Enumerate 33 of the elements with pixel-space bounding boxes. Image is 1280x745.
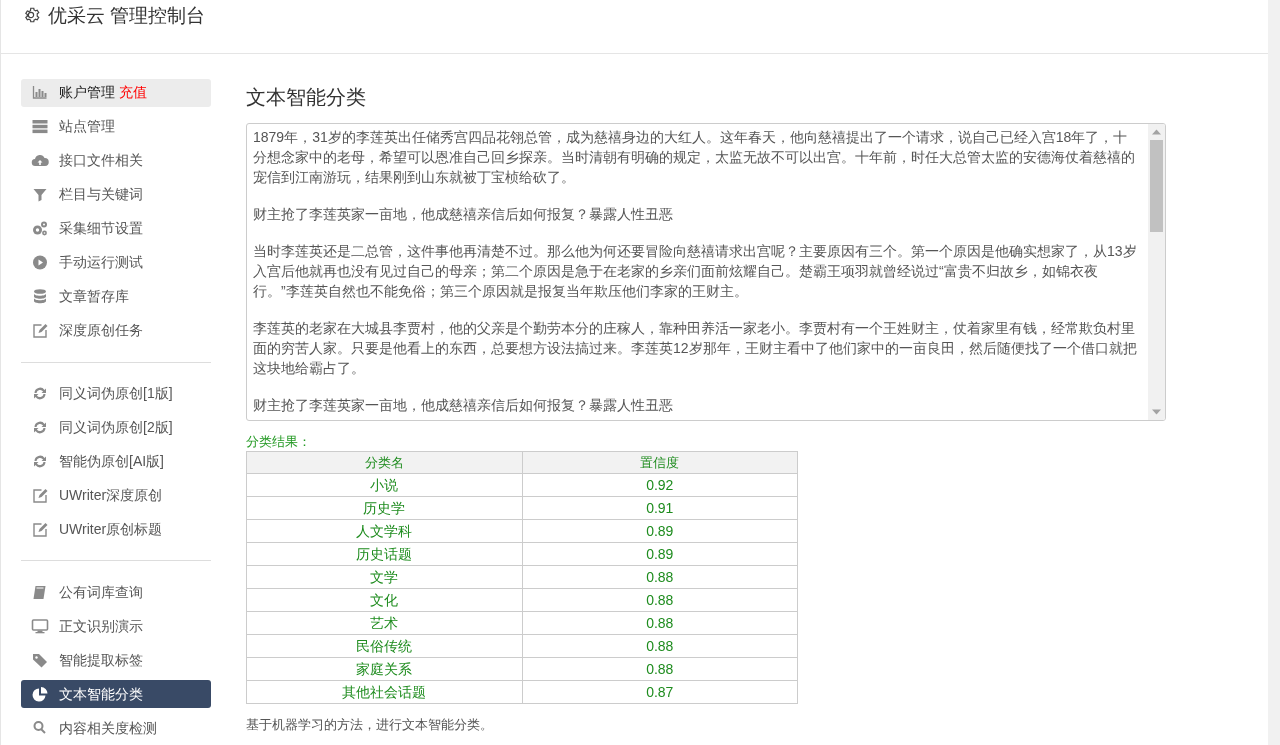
sidebar-item[interactable]: 账户管理 充值	[21, 79, 211, 107]
table-cell: 0.88	[522, 634, 798, 658]
table-cell: 0.89	[522, 542, 798, 566]
table-cell: 0.88	[522, 611, 798, 635]
text-paragraph: 1879年，31岁的李莲英出任储秀宫四品花翎总管，成为慈禧身边的大红人。这年春天，他向慈禧提出了一个请求，说自己已经入宫18年了，十分想念家中的老母，希望可以恩准自己回乡探亲。当时清朝有明确的规定，太监无故不可以出宫。十年前，时任大总管太监的安德海仗着慈禧的宠信到江南游玩，结果刚到山东就被丁宝桢给砍了。	[253, 128, 1136, 187]
app-title: 优采云 管理控制台	[48, 4, 206, 28]
table-cell: 0.88	[522, 588, 798, 612]
table-cell: 0.92	[522, 473, 798, 497]
table-cell: 0.88	[522, 565, 798, 589]
table-cell: 历史话题	[246, 542, 522, 566]
table-cell: 家庭关系	[246, 657, 522, 681]
text-paragraph: 财主抢了李莲英家一亩地，他成慈禧亲信后如何报复？暴露人性丑恶	[253, 205, 674, 224]
table-cell: 艺术	[246, 611, 522, 635]
table-cell: 小说	[246, 473, 522, 497]
table-cell: 0.87	[522, 680, 798, 704]
table-cell: 0.91	[522, 496, 798, 520]
text-paragraph: 当时李莲英还是二总管，这件事他再清楚不过。那么他为何还要冒险向慈禧请求出宫呢？主要原因有三个。第一个原因是他确实想家了，从13岁入宫后他就再也没有见过自己的母亲；第二个原因是急于在老家的乡亲们面前炫耀自己。楚霸王项羽就曾经说过“富贵不归故乡，如锦衣夜行。”李莲英自然也不能免俗；第三个原因就是报复当年欺压他们李家的王财主。	[253, 242, 1138, 301]
table-cell: 民俗传统	[246, 634, 522, 658]
description-text: 基于机器学习的方法，进行文本智能分类。	[246, 716, 494, 734]
table-cell: 0.88	[522, 657, 798, 681]
result-label: 分类结果：	[246, 433, 312, 451]
table-cell: 历史学	[246, 496, 522, 520]
text-paragraph: 财主抢了李莲英家一亩地，他成慈禧亲信后如何报复？暴露人性丑恶	[253, 396, 674, 415]
sidebar-item[interactable]: 文本智能分类	[21, 680, 211, 709]
table-cell: 其他社会话题	[246, 680, 522, 704]
column-header: 置信度	[522, 451, 798, 474]
table-cell: 文化	[246, 588, 522, 612]
table-cell: 人文学科	[246, 519, 522, 543]
column-header: 分类名	[246, 451, 522, 474]
table-cell: 文学	[246, 565, 522, 589]
table-cell: 0.89	[522, 519, 798, 543]
page-title: 文本智能分类	[246, 85, 367, 110]
text-paragraph: 李莲英的老家在大城县李贾村，他的父亲是个勤劳本分的庄稼人，靠种田养活一家老小。李贾村有一个王姓财主，仗着家里有钱，经常欺负村里面的穷苦人家。只要是他看上的东西，总要想方设法搞过来。李莲英12岁那年，王财主看中了他们家中的一亩良田，然后随便找了一个借口就把这块地给霸占了。	[253, 319, 1138, 378]
